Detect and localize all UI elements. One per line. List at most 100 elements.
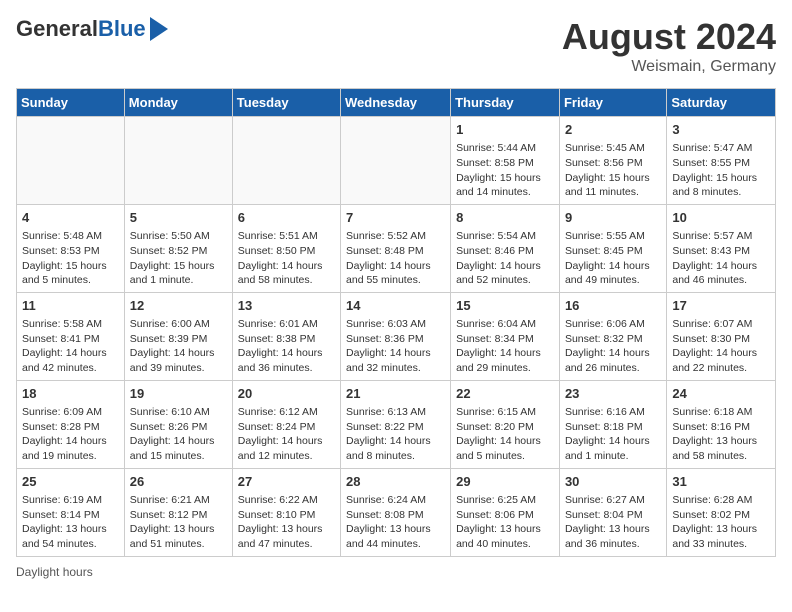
day-number: 22 [456, 385, 554, 403]
col-tuesday: Tuesday [232, 89, 340, 117]
table-row: 21Sunrise: 6:13 AM Sunset: 8:22 PM Dayli… [341, 380, 451, 468]
table-row: 28 Sunrise: 6:24 AM Sunset: 8:08 PM Dayli… [341, 468, 451, 556]
logo-general-text: General [16, 16, 98, 42]
logo-blue-text: Blue [98, 16, 146, 42]
day-number: 19 [130, 385, 227, 403]
day-info: Sunrise: 5:45 AM Sunset: 8:56 PM Dayligh… [565, 141, 661, 200]
day-info: Sunrise: 6:06 AM Sunset: 8:32 PM Dayligh… [565, 317, 661, 376]
day-info: Sunrise: 6:21 AM Sunset: 8:12 PM Dayligh… [130, 493, 227, 552]
table-row: 22 Sunrise: 6:15 AM Sunset: 8:20 PM Dayli… [451, 380, 560, 468]
day-number: 15 [456, 297, 554, 315]
day-info: Sunrise: 6:01 AM Sunset: 8:38 PM Dayligh… [238, 317, 335, 376]
day-number: 4 [22, 209, 119, 227]
table-row [232, 117, 340, 205]
day-number: 17 [672, 297, 770, 315]
day-number: 2 [565, 121, 661, 139]
calendar-week-row: 25 Sunrise: 6:19 AM Sunset: 8:14 PM Dayli… [17, 468, 776, 556]
daylight-hours-label: Daylight hours [16, 565, 93, 579]
day-number: 13 [238, 297, 335, 315]
table-row: 31 Sunrise: 6:28 AM Sunset: 8:02 PM Dayli… [667, 468, 776, 556]
day-number: 20 [238, 385, 335, 403]
calendar-week-row: 4 Sunrise: 5:48 AM Sunset: 8:53 PM Daylig… [17, 204, 776, 292]
table-row: 13 Sunrise: 6:01 AM Sunset: 8:38 PM Dayli… [232, 292, 340, 380]
footer-note: Daylight hours [16, 565, 776, 579]
table-row: 1Sunrise: 5:44 AM Sunset: 8:58 PM Daylig… [451, 117, 560, 205]
day-number: 29 [456, 473, 554, 491]
month-year: August 2024 [562, 16, 776, 58]
table-row: 6Sunrise: 5:51 AM Sunset: 8:50 PM Daylig… [232, 204, 340, 292]
day-info: Sunrise: 6:07 AM Sunset: 8:30 PM Dayligh… [672, 317, 770, 376]
day-number: 3 [672, 121, 770, 139]
day-info: Sunrise: 6:12 AM Sunset: 8:24 PM Dayligh… [238, 405, 335, 464]
col-thursday: Thursday [451, 89, 560, 117]
day-number: 26 [130, 473, 227, 491]
table-row: 2 Sunrise: 5:45 AM Sunset: 8:56 PM Daylig… [559, 117, 666, 205]
day-number: 9 [565, 209, 661, 227]
day-number: 8 [456, 209, 554, 227]
table-row: 18Sunrise: 6:09 AM Sunset: 8:28 PM Dayli… [17, 380, 125, 468]
col-monday: Monday [124, 89, 232, 117]
day-number: 24 [672, 385, 770, 403]
day-info: Sunrise: 5:54 AM Sunset: 8:46 PM Dayligh… [456, 229, 554, 288]
day-info: Sunrise: 5:47 AM Sunset: 8:55 PM Dayligh… [672, 141, 770, 200]
page-header: General Blue August 2024 Weismain, Germa… [16, 16, 776, 76]
logo-arrow-icon [150, 17, 168, 41]
calendar-week-row: 11Sunrise: 5:58 AM Sunset: 8:41 PM Dayli… [17, 292, 776, 380]
table-row: 7 Sunrise: 5:52 AM Sunset: 8:48 PM Daylig… [341, 204, 451, 292]
day-number: 23 [565, 385, 661, 403]
table-row: 15Sunrise: 6:04 AM Sunset: 8:34 PM Dayli… [451, 292, 560, 380]
day-number: 16 [565, 297, 661, 315]
calendar-table: Sunday Monday Tuesday Wednesday Thursday… [16, 88, 776, 557]
day-info: Sunrise: 5:52 AM Sunset: 8:48 PM Dayligh… [346, 229, 445, 288]
table-row: 9 Sunrise: 5:55 AM Sunset: 8:45 PM Daylig… [559, 204, 666, 292]
table-row: 17 Sunrise: 6:07 AM Sunset: 8:30 PM Dayli… [667, 292, 776, 380]
day-info: Sunrise: 6:15 AM Sunset: 8:20 PM Dayligh… [456, 405, 554, 464]
location: Weismain, Germany [562, 58, 776, 76]
day-info: Sunrise: 6:22 AM Sunset: 8:10 PM Dayligh… [238, 493, 335, 552]
day-info: Sunrise: 6:19 AM Sunset: 8:14 PM Dayligh… [22, 493, 119, 552]
day-number: 18 [22, 385, 119, 403]
day-number: 5 [130, 209, 227, 227]
table-row [17, 117, 125, 205]
table-row [341, 117, 451, 205]
day-info: Sunrise: 6:13 AM Sunset: 8:22 PM Dayligh… [346, 405, 445, 464]
calendar-week-row: 1Sunrise: 5:44 AM Sunset: 8:58 PM Daylig… [17, 117, 776, 205]
day-number: 28 [346, 473, 445, 491]
day-info: Sunrise: 6:28 AM Sunset: 8:02 PM Dayligh… [672, 493, 770, 552]
day-number: 7 [346, 209, 445, 227]
table-row: 8 Sunrise: 5:54 AM Sunset: 8:46 PM Daylig… [451, 204, 560, 292]
day-number: 31 [672, 473, 770, 491]
day-info: Sunrise: 6:10 AM Sunset: 8:26 PM Dayligh… [130, 405, 227, 464]
logo: General Blue [16, 16, 168, 42]
col-friday: Friday [559, 89, 666, 117]
day-number: 10 [672, 209, 770, 227]
day-info: Sunrise: 6:24 AM Sunset: 8:08 PM Dayligh… [346, 493, 445, 552]
table-row: 19 Sunrise: 6:10 AM Sunset: 8:26 PM Dayli… [124, 380, 232, 468]
day-number: 25 [22, 473, 119, 491]
day-info: Sunrise: 5:55 AM Sunset: 8:45 PM Dayligh… [565, 229, 661, 288]
day-info: Sunrise: 6:03 AM Sunset: 8:36 PM Dayligh… [346, 317, 445, 376]
day-info: Sunrise: 6:00 AM Sunset: 8:39 PM Dayligh… [130, 317, 227, 376]
table-row: 11Sunrise: 5:58 AM Sunset: 8:41 PM Dayli… [17, 292, 125, 380]
col-saturday: Saturday [667, 89, 776, 117]
table-row: 16 Sunrise: 6:06 AM Sunset: 8:32 PM Dayli… [559, 292, 666, 380]
day-number: 30 [565, 473, 661, 491]
table-row [124, 117, 232, 205]
table-row: 24 Sunrise: 6:18 AM Sunset: 8:16 PM Dayli… [667, 380, 776, 468]
month-title: August 2024 Weismain, Germany [562, 16, 776, 76]
table-row: 4 Sunrise: 5:48 AM Sunset: 8:53 PM Daylig… [17, 204, 125, 292]
day-info: Sunrise: 5:48 AM Sunset: 8:53 PM Dayligh… [22, 229, 119, 288]
day-number: 12 [130, 297, 227, 315]
col-sunday: Sunday [17, 89, 125, 117]
day-number: 27 [238, 473, 335, 491]
calendar-week-row: 18Sunrise: 6:09 AM Sunset: 8:28 PM Dayli… [17, 380, 776, 468]
table-row: 20 Sunrise: 6:12 AM Sunset: 8:24 PM Dayli… [232, 380, 340, 468]
table-row: 10 Sunrise: 5:57 AM Sunset: 8:43 PM Dayli… [667, 204, 776, 292]
day-info: Sunrise: 6:18 AM Sunset: 8:16 PM Dayligh… [672, 405, 770, 464]
calendar-header-row: Sunday Monday Tuesday Wednesday Thursday… [17, 89, 776, 117]
day-info: Sunrise: 6:27 AM Sunset: 8:04 PM Dayligh… [565, 493, 661, 552]
day-number: 6 [238, 209, 335, 227]
table-row: 12 Sunrise: 6:00 AM Sunset: 8:39 PM Dayli… [124, 292, 232, 380]
day-info: Sunrise: 5:57 AM Sunset: 8:43 PM Dayligh… [672, 229, 770, 288]
col-wednesday: Wednesday [341, 89, 451, 117]
